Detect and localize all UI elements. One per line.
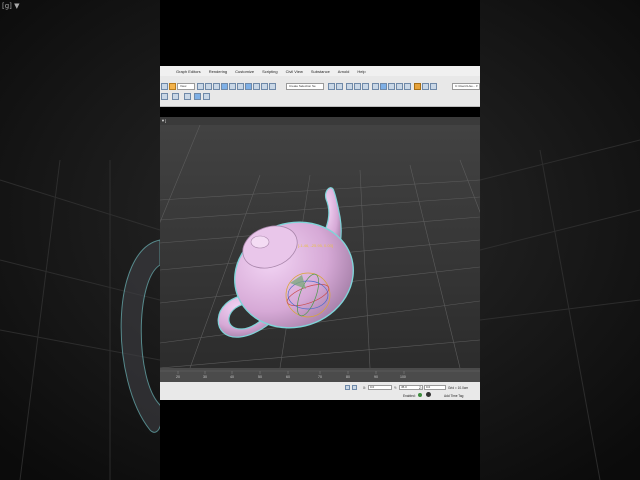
timeline-tick: 30 bbox=[203, 375, 207, 379]
grid-size-label: Grid = 10.0cm bbox=[448, 386, 469, 390]
menu-substance[interactable]: Substance bbox=[311, 69, 330, 74]
x-label: X: bbox=[363, 386, 367, 390]
menu-arnold[interactable]: Arnold bbox=[338, 69, 350, 74]
isolate-selection-icon[interactable] bbox=[184, 93, 191, 100]
timeline-tick: 50 bbox=[258, 375, 262, 379]
a360-gallery-icon[interactable] bbox=[430, 83, 437, 90]
corner-label: [g] ▼ bbox=[2, 2, 20, 10]
teapot-render-icon[interactable] bbox=[414, 83, 421, 90]
spinner-snap-icon[interactable] bbox=[261, 83, 268, 90]
mirror-icon[interactable] bbox=[328, 83, 335, 90]
link-icon[interactable] bbox=[161, 83, 168, 90]
named-sets-icon[interactable] bbox=[269, 83, 276, 90]
render-in-cloud-icon[interactable] bbox=[422, 83, 429, 90]
menu-customize[interactable]: Customize bbox=[235, 69, 254, 74]
add-time-tag-icon[interactable] bbox=[426, 392, 431, 397]
status-bar: X: 0.0 Y: 45.0 Z: 0.0 Grid = 10.0cm Enab… bbox=[160, 382, 480, 400]
menu-graph-editors[interactable]: Graph Editors bbox=[176, 69, 201, 74]
timeline-tick: 40 bbox=[230, 375, 234, 379]
x-coordinate-field[interactable]: 0.0 bbox=[368, 385, 392, 390]
main-toolbar: View Create Selection Se C:\Users\Use...… bbox=[160, 76, 480, 107]
timeline-ticks: 20 30 40 50 60 70 80 90 100 bbox=[160, 370, 480, 379]
unlink-icon[interactable] bbox=[172, 93, 179, 100]
app-window: Graph Editors Rendering Customize Script… bbox=[160, 0, 480, 480]
timeline-tick: 20 bbox=[176, 375, 180, 379]
select-by-name-icon[interactable] bbox=[205, 83, 212, 90]
teapot-lid-knob bbox=[250, 235, 270, 249]
percent-snap-icon[interactable] bbox=[253, 83, 260, 90]
bind-icon[interactable] bbox=[169, 83, 176, 90]
timeline-ruler[interactable]: 20 30 40 50 60 70 80 90 100 bbox=[160, 368, 480, 382]
create-selection-set-dropdown[interactable]: Create Selection Se bbox=[286, 83, 324, 90]
scale-icon[interactable] bbox=[229, 83, 236, 90]
add-time-tag-button[interactable]: Add Time Tag bbox=[444, 394, 463, 398]
timeline-tick: 70 bbox=[318, 375, 322, 379]
absolute-mode-icon[interactable] bbox=[352, 385, 357, 390]
viewport-label[interactable]: ▼] bbox=[161, 118, 166, 123]
workspace-path-dropdown[interactable]: C:\Users\Use... ▾ bbox=[452, 83, 480, 90]
move-icon[interactable] bbox=[213, 83, 220, 90]
menu-scripting[interactable]: Scripting bbox=[262, 69, 278, 74]
schematic-view-icon[interactable] bbox=[372, 83, 379, 90]
lock-selection-icon[interactable] bbox=[345, 385, 350, 390]
render-frame-icon[interactable] bbox=[396, 83, 403, 90]
menu-bar: Graph Editors Rendering Customize Script… bbox=[160, 66, 480, 76]
z-coordinate-field[interactable]: 0.0 bbox=[424, 385, 446, 390]
z-label: Z: bbox=[419, 386, 422, 390]
select-and-link-icon[interactable] bbox=[161, 93, 168, 100]
menu-rendering[interactable]: Rendering bbox=[209, 69, 227, 74]
timeline-tick: 60 bbox=[286, 375, 290, 379]
enabled-indicator-icon[interactable] bbox=[418, 393, 422, 397]
toggle-ribbon-icon[interactable] bbox=[354, 83, 361, 90]
angle-snap-icon[interactable] bbox=[245, 83, 252, 90]
timeline-tick: 80 bbox=[346, 375, 350, 379]
menu-civil-view[interactable]: Civil View bbox=[286, 69, 303, 74]
viewport-label-bar: ▼] bbox=[160, 117, 480, 125]
gizmo-coordinate-label: [-1.46, -25.95, 0.00] bbox=[298, 243, 333, 248]
render-icon[interactable] bbox=[404, 83, 411, 90]
time-tag-enabled-label: Enabled: bbox=[403, 394, 416, 398]
material-editor-icon[interactable] bbox=[380, 83, 387, 90]
align-icon[interactable] bbox=[336, 83, 343, 90]
curve-editor-icon[interactable] bbox=[362, 83, 369, 90]
layer-explorer-icon[interactable] bbox=[346, 83, 353, 90]
select-object-icon[interactable] bbox=[197, 83, 204, 90]
y-label: Y: bbox=[394, 386, 397, 390]
menu-help[interactable]: Help bbox=[357, 69, 365, 74]
perspective-viewport[interactable]: [-1.46, -25.95, 0.00] bbox=[160, 125, 480, 368]
selection-filter-dropdown[interactable]: View bbox=[177, 83, 195, 90]
rotate-icon[interactable] bbox=[221, 83, 228, 90]
render-setup-icon[interactable] bbox=[388, 83, 395, 90]
snap-3d-icon[interactable] bbox=[237, 83, 244, 90]
window-crossing-icon[interactable] bbox=[203, 93, 210, 100]
timeline-tick: 90 bbox=[374, 375, 378, 379]
timeline-tick: 100 bbox=[400, 375, 406, 379]
selection-lock-icon[interactable] bbox=[194, 93, 201, 100]
